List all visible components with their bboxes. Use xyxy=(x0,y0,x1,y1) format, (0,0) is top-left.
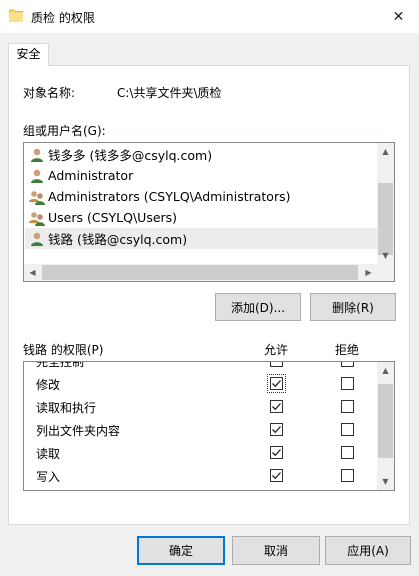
check-icon xyxy=(272,449,281,457)
deny-checkbox[interactable] xyxy=(341,400,354,413)
object-name-value: C:\共享文件夹\质检 xyxy=(117,86,222,100)
permission-name: 写入 xyxy=(36,470,61,484)
allow-checkbox[interactable] xyxy=(267,374,286,393)
tab-security[interactable]: 安全 xyxy=(8,43,49,66)
permission-name: 读取和执行 xyxy=(36,401,97,415)
ok-button[interactable]: 确定 xyxy=(137,536,225,565)
permission-row: 列出文件夹内容 xyxy=(25,418,378,441)
scroll-up-arrow-icon[interactable]: ▲ xyxy=(377,143,394,160)
permissions-list[interactable]: 完全控制 修改 读取和执行 列出文件夹内容 读取 写入 ▲ ▼ xyxy=(23,361,395,491)
deny-header: 拒绝 xyxy=(335,343,360,357)
list-item-label: Administrator xyxy=(48,168,134,183)
user-list-vertical-scrollbar[interactable]: ▲ ▼ xyxy=(377,143,394,264)
permission-row: 完全控制 xyxy=(25,361,378,372)
permissions-label: 钱路 的权限(P) xyxy=(23,343,104,357)
permission-name: 列出文件夹内容 xyxy=(36,424,121,438)
scrollbar-corner xyxy=(377,264,394,281)
user-icon xyxy=(29,231,45,247)
allow-checkbox[interactable] xyxy=(270,469,283,482)
object-name-label: 对象名称: xyxy=(23,86,76,100)
allow-checkbox[interactable] xyxy=(270,446,283,459)
scrollbar-thumb[interactable] xyxy=(378,384,393,458)
list-item-label: 钱路 (钱路@csylq.com) xyxy=(48,232,188,247)
scroll-left-arrow-icon[interactable]: ◀ xyxy=(24,264,41,281)
deny-checkbox[interactable] xyxy=(341,469,354,482)
permission-name: 修改 xyxy=(36,378,61,392)
scrollbar-thumb[interactable] xyxy=(42,265,358,280)
list-item-label: 钱多多 (钱多多@csylq.com) xyxy=(48,148,213,163)
check-icon xyxy=(272,426,281,434)
permission-name: 读取 xyxy=(36,447,61,461)
group-icon xyxy=(29,210,45,226)
permissions-vertical-scrollbar[interactable]: ▲ ▼ xyxy=(377,362,394,490)
check-icon xyxy=(272,472,281,480)
list-item[interactable]: Administrator xyxy=(25,165,378,186)
list-item[interactable]: Users (CSYLQ\Users) xyxy=(25,207,378,228)
allow-checkbox[interactable] xyxy=(270,423,283,436)
cancel-button[interactable]: 取消 xyxy=(232,536,320,565)
allow-checkbox[interactable] xyxy=(270,362,283,367)
scroll-right-arrow-icon[interactable]: ▶ xyxy=(360,264,377,281)
check-icon xyxy=(272,403,281,411)
scroll-down-arrow-icon[interactable]: ▼ xyxy=(377,247,394,264)
deny-checkbox[interactable] xyxy=(341,423,354,436)
apply-button[interactable]: 应用(A) xyxy=(325,536,411,565)
scroll-down-arrow-icon[interactable]: ▼ xyxy=(377,473,394,490)
close-icon: ✕ xyxy=(392,8,405,25)
list-item-label: Users (CSYLQ\Users) xyxy=(48,210,178,225)
list-item-selected[interactable]: 钱路 (钱路@csylq.com) xyxy=(25,228,378,249)
user-list-horizontal-scrollbar[interactable]: ◀ ▶ xyxy=(24,264,377,281)
allow-header: 允许 xyxy=(264,343,289,357)
group-icon xyxy=(29,189,45,205)
remove-button[interactable]: 删除(R) xyxy=(310,293,396,321)
scrollbar-thumb[interactable] xyxy=(378,183,393,255)
close-button[interactable]: ✕ xyxy=(378,0,419,33)
deny-checkbox[interactable] xyxy=(341,362,354,367)
permission-row: 修改 xyxy=(25,372,378,395)
list-item[interactable]: 钱多多 (钱多多@csylq.com) xyxy=(25,144,378,165)
scroll-up-arrow-icon[interactable]: ▲ xyxy=(377,362,394,379)
window-title: 质检 的权限 xyxy=(31,11,95,25)
title-bar: 质检 的权限 ✕ xyxy=(0,0,419,33)
user-icon xyxy=(29,168,45,184)
list-item-label: Administrators (CSYLQ\Administrators) xyxy=(48,189,291,204)
user-icon xyxy=(29,147,45,163)
add-button[interactable]: 添加(D)... xyxy=(215,293,301,321)
permission-name: 完全控制 xyxy=(36,361,85,369)
permission-row: 写入 xyxy=(25,464,378,487)
group-list-label: 组或用户名(G): xyxy=(23,124,106,138)
list-item[interactable]: Administrators (CSYLQ\Administrators) xyxy=(25,186,378,207)
deny-checkbox[interactable] xyxy=(341,446,354,459)
user-list[interactable]: 钱多多 (钱多多@csylq.com) Administrator Admini… xyxy=(23,142,395,282)
deny-checkbox[interactable] xyxy=(341,377,354,390)
allow-checkbox[interactable] xyxy=(270,400,283,413)
check-icon xyxy=(272,380,281,388)
folder-icon xyxy=(8,9,24,23)
permission-row: 读取 xyxy=(25,441,378,464)
permission-row: 读取和执行 xyxy=(25,395,378,418)
